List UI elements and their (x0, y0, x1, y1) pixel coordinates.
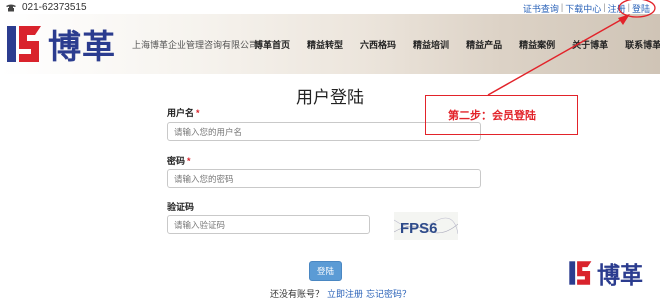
captcha-image[interactable]: FPS6 (394, 212, 458, 240)
nav-item-lean-transformation[interactable]: 精益转型 (307, 38, 343, 51)
logo-mark-icon (7, 26, 41, 62)
nav-item-home[interactable]: 博革首页 (254, 38, 290, 51)
password-label: 密码 * (167, 154, 191, 167)
watermark-text: 博革 (597, 263, 643, 289)
login-button[interactable]: 登陆 (309, 261, 342, 281)
nav-item-lean-training[interactable]: 精益培训 (413, 38, 449, 51)
password-input[interactable] (167, 169, 481, 188)
top-bar: 021-62373515 证书查询 | 下载中心 | 注册 | 登陆 (0, 0, 660, 14)
captcha-noise-graphic: FPS6 (394, 217, 458, 237)
password-label-text: 密码 (167, 156, 186, 166)
forgot-password-link[interactable]: 忘记密码？ (366, 289, 411, 299)
register-now-link[interactable]: 立即注册 (327, 289, 363, 299)
captcha-input[interactable] (167, 215, 370, 234)
captcha-text: FPS6 (400, 220, 438, 237)
nav-item-six-sigma[interactable]: 六西格玛 (360, 38, 396, 51)
annotation-text: 第二步：会员登陆 (448, 110, 536, 122)
nav-item-about[interactable]: 关于博革 (572, 38, 608, 51)
nav-item-lean-products[interactable]: 精益产品 (466, 38, 502, 51)
main-nav: 博革首页 精益转型 六西格玛 精益培训 精益产品 精益案例 关于博革 联系博革 (254, 38, 660, 51)
site-header: 博革 上海博革企业管理咨询有限公司 博革首页 精益转型 六西格玛 精益培训 精益… (0, 14, 660, 74)
company-name: 上海博革企业管理咨询有限公司 (132, 40, 259, 50)
nav-item-lean-cases[interactable]: 精益案例 (519, 38, 555, 51)
watermark-logo-mark-icon (569, 261, 592, 285)
username-label: 用户名 * (167, 106, 200, 119)
telephone-icon (6, 4, 16, 12)
register-prompt: 还没有账号？ 立即注册 忘记密码？ (270, 287, 411, 300)
site-logo[interactable]: 博革 (5, 20, 116, 68)
phone-number: 021-62373515 (22, 2, 87, 13)
nav-item-contact[interactable]: 联系博革 (625, 38, 660, 51)
phone-contact: 021-62373515 (5, 2, 87, 13)
no-account-text: 还没有账号？ (270, 289, 325, 299)
watermark-logo: 博革 (568, 256, 643, 290)
required-marker: * (196, 108, 200, 118)
logo-text: 博革 (48, 27, 116, 66)
required-marker: * (187, 156, 191, 166)
username-label-text: 用户名 (167, 108, 195, 118)
captcha-label: 验证码 (167, 202, 195, 212)
